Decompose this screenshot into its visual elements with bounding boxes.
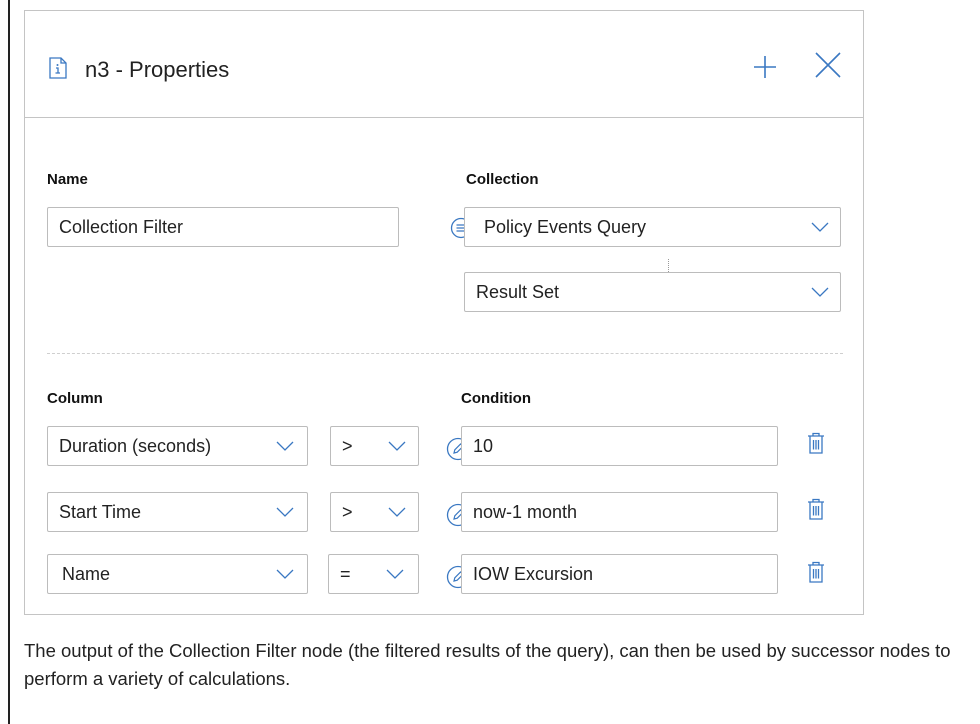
operator-select[interactable]: > bbox=[330, 426, 419, 466]
condition-label: Condition bbox=[461, 390, 531, 407]
description-paragraph: The output of the Collection Filter node… bbox=[24, 640, 951, 689]
document-left-rule bbox=[8, 0, 10, 724]
trash-icon[interactable] bbox=[807, 498, 825, 520]
column-select[interactable]: Name bbox=[47, 554, 308, 594]
column-select[interactable]: Duration (seconds) bbox=[47, 426, 308, 466]
trash-icon[interactable] bbox=[807, 561, 825, 583]
info-document-icon bbox=[49, 57, 67, 79]
chevron-down-icon bbox=[811, 287, 829, 297]
chevron-down-icon bbox=[386, 569, 404, 579]
column-select-value: Start Time bbox=[59, 502, 142, 522]
condition-field[interactable]: IOW Excursion bbox=[461, 554, 778, 594]
result-set-value: Result Set bbox=[476, 282, 560, 302]
properties-panel: n3 - Properties Name Collection Filter C… bbox=[24, 10, 864, 615]
operator-select[interactable]: > bbox=[330, 492, 419, 532]
column-select-value: Duration (seconds) bbox=[59, 436, 212, 456]
panel-header: n3 - Properties bbox=[25, 11, 863, 118]
name-label: Name bbox=[47, 171, 88, 188]
operator-select-value: = bbox=[340, 564, 351, 584]
collection-select[interactable]: Policy Events Query bbox=[464, 207, 841, 247]
panel-title: n3 - Properties bbox=[85, 57, 230, 82]
collection-select-value: Policy Events Query bbox=[484, 217, 647, 237]
result-set-select[interactable]: Result Set bbox=[464, 272, 841, 312]
chevron-down-icon bbox=[276, 569, 294, 579]
condition-field[interactable]: 10 bbox=[461, 426, 778, 466]
chevron-down-icon bbox=[811, 222, 829, 232]
column-label: Column bbox=[47, 390, 103, 407]
chevron-down-icon bbox=[276, 507, 294, 517]
collection-label: Collection bbox=[466, 171, 539, 188]
column-select-value: Name bbox=[62, 564, 111, 584]
condition-field[interactable]: now-1 month bbox=[461, 492, 778, 532]
section-divider bbox=[47, 353, 843, 354]
chevron-down-icon bbox=[388, 507, 406, 517]
trash-icon[interactable] bbox=[807, 432, 825, 454]
chevron-down-icon bbox=[388, 441, 406, 451]
chevron-down-icon bbox=[276, 441, 294, 451]
operator-select-value: > bbox=[342, 502, 353, 522]
operator-select-value: > bbox=[342, 436, 353, 456]
column-select[interactable]: Start Time bbox=[47, 492, 308, 532]
operator-select[interactable]: = bbox=[328, 554, 419, 594]
close-icon[interactable] bbox=[813, 50, 843, 80]
name-field[interactable]: Collection Filter bbox=[47, 207, 399, 247]
add-icon[interactable] bbox=[751, 53, 779, 81]
